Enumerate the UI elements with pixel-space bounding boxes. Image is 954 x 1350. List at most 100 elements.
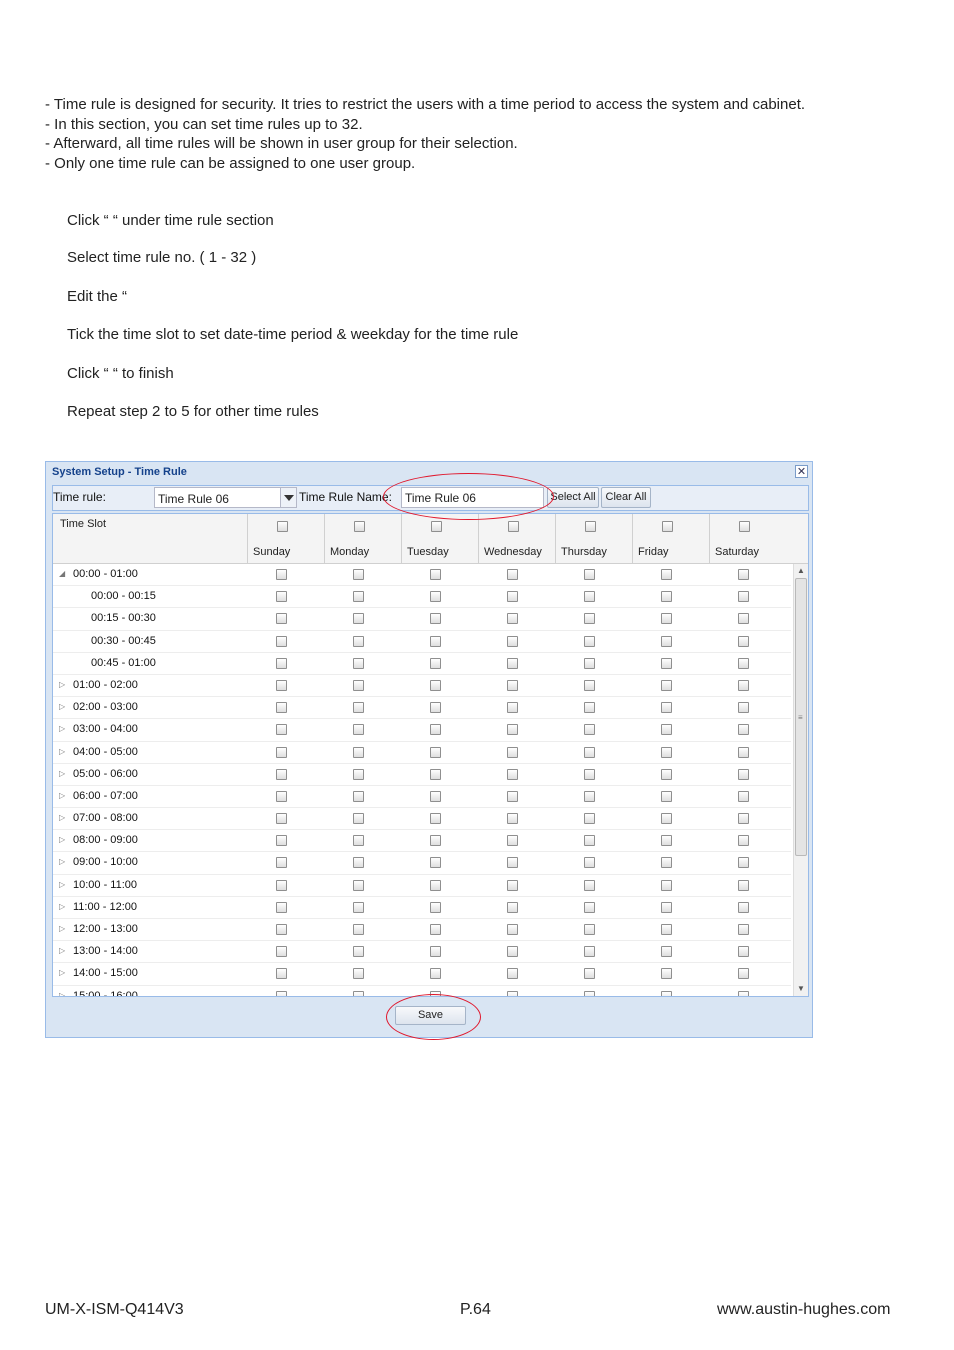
slot-checkbox-wednesday[interactable] <box>507 924 518 935</box>
vertical-scrollbar[interactable]: ▲ ≡ ▼ <box>793 564 808 996</box>
time-rule-select[interactable]: Time Rule 06 <box>154 487 297 508</box>
slot-checkbox-tuesday[interactable] <box>430 835 441 847</box>
slot-checkbox-thursday[interactable] <box>584 879 595 891</box>
slot-checkbox-monday[interactable] <box>353 879 364 891</box>
slot-checkbox-saturday[interactable] <box>738 679 749 691</box>
slot-checkbox-tuesday[interactable] <box>430 635 441 647</box>
slot-checkbox-sunday[interactable] <box>276 879 287 891</box>
slot-checkbox-saturday[interactable] <box>738 569 749 580</box>
slot-checkbox-saturday[interactable] <box>738 635 749 647</box>
slot-checkbox-friday[interactable] <box>661 968 672 980</box>
expand-icon[interactable]: ▷ <box>59 702 65 711</box>
slot-checkbox-saturday[interactable] <box>738 768 749 780</box>
expand-icon[interactable]: ▷ <box>59 991 65 996</box>
select-day-checkbox[interactable] <box>662 521 673 532</box>
slot-checkbox-sunday[interactable] <box>276 835 287 847</box>
expand-icon[interactable]: ▷ <box>59 769 65 778</box>
slot-checkbox-thursday[interactable] <box>584 768 595 780</box>
slot-checkbox-saturday[interactable] <box>738 901 749 913</box>
slot-checkbox-sunday[interactable] <box>276 857 287 869</box>
slot-checkbox-monday[interactable] <box>353 790 364 802</box>
slot-checkbox-saturday[interactable] <box>738 591 749 603</box>
slot-checkbox-saturday[interactable] <box>738 946 749 958</box>
slot-checkbox-saturday[interactable] <box>738 746 749 758</box>
slot-checkbox-friday[interactable] <box>661 679 672 691</box>
slot-checkbox-saturday[interactable] <box>738 702 749 714</box>
slot-checkbox-monday[interactable] <box>353 613 364 625</box>
close-icon[interactable]: ✕ <box>795 465 808 478</box>
slot-checkbox-sunday[interactable] <box>276 746 287 758</box>
slot-checkbox-wednesday[interactable] <box>507 613 518 625</box>
slot-checkbox-tuesday[interactable] <box>430 901 441 913</box>
slot-checkbox-tuesday[interactable] <box>430 613 441 625</box>
slot-checkbox-wednesday[interactable] <box>507 835 518 847</box>
slot-checkbox-saturday[interactable] <box>738 835 749 847</box>
slot-checkbox-friday[interactable] <box>661 835 672 847</box>
slot-checkbox-wednesday[interactable] <box>507 724 518 736</box>
slot-checkbox-tuesday[interactable] <box>430 768 441 780</box>
slot-checkbox-wednesday[interactable] <box>507 901 518 913</box>
collapse-icon[interactable]: ◢ <box>59 569 65 578</box>
slot-checkbox-sunday[interactable] <box>276 813 287 825</box>
scroll-thumb[interactable]: ≡ <box>795 578 807 856</box>
slot-checkbox-thursday[interactable] <box>584 990 595 996</box>
slot-checkbox-sunday[interactable] <box>276 990 287 996</box>
slot-checkbox-sunday[interactable] <box>276 635 287 647</box>
slot-checkbox-wednesday[interactable] <box>507 813 518 825</box>
expand-icon[interactable]: ▷ <box>59 924 65 933</box>
slot-checkbox-friday[interactable] <box>661 857 672 869</box>
slot-checkbox-monday[interactable] <box>353 968 364 980</box>
slot-checkbox-monday[interactable] <box>353 657 364 669</box>
expand-icon[interactable]: ▷ <box>59 946 65 955</box>
slot-checkbox-thursday[interactable] <box>584 790 595 802</box>
slot-checkbox-tuesday[interactable] <box>430 857 441 869</box>
chevron-down-icon[interactable] <box>280 487 297 508</box>
slot-checkbox-wednesday[interactable] <box>507 591 518 603</box>
slot-checkbox-friday[interactable] <box>661 879 672 891</box>
slot-checkbox-friday[interactable] <box>661 591 672 603</box>
slot-checkbox-sunday[interactable] <box>276 768 287 780</box>
slot-checkbox-thursday[interactable] <box>584 591 595 603</box>
select-day-checkbox[interactable] <box>739 521 750 532</box>
slot-checkbox-monday[interactable] <box>353 746 364 758</box>
select-day-checkbox[interactable] <box>354 521 365 532</box>
slot-checkbox-thursday[interactable] <box>584 702 595 714</box>
slot-checkbox-wednesday[interactable] <box>507 679 518 691</box>
slot-checkbox-thursday[interactable] <box>584 746 595 758</box>
slot-checkbox-tuesday[interactable] <box>430 591 441 603</box>
slot-checkbox-wednesday[interactable] <box>507 968 518 980</box>
slot-checkbox-friday[interactable] <box>661 746 672 758</box>
slot-checkbox-thursday[interactable] <box>584 813 595 825</box>
slot-checkbox-friday[interactable] <box>661 569 672 580</box>
slot-checkbox-wednesday[interactable] <box>507 746 518 758</box>
slot-checkbox-saturday[interactable] <box>738 724 749 736</box>
expand-icon[interactable]: ▷ <box>59 902 65 911</box>
slot-checkbox-wednesday[interactable] <box>507 657 518 669</box>
slot-checkbox-tuesday[interactable] <box>430 657 441 669</box>
slot-checkbox-sunday[interactable] <box>276 591 287 603</box>
slot-checkbox-friday[interactable] <box>661 657 672 669</box>
slot-checkbox-monday[interactable] <box>353 946 364 958</box>
slot-checkbox-friday[interactable] <box>661 946 672 958</box>
slot-checkbox-friday[interactable] <box>661 990 672 996</box>
slot-checkbox-monday[interactable] <box>353 635 364 647</box>
slot-checkbox-tuesday[interactable] <box>430 790 441 802</box>
expand-icon[interactable]: ▷ <box>59 680 65 689</box>
slot-checkbox-monday[interactable] <box>353 702 364 714</box>
slot-checkbox-tuesday[interactable] <box>430 946 441 958</box>
expand-icon[interactable]: ▷ <box>59 857 65 866</box>
slot-checkbox-thursday[interactable] <box>584 635 595 647</box>
select-day-checkbox[interactable] <box>431 521 442 532</box>
select-all-button[interactable]: Select All <box>547 487 599 508</box>
slot-checkbox-friday[interactable] <box>661 924 672 935</box>
slot-checkbox-saturday[interactable] <box>738 924 749 935</box>
slot-checkbox-saturday[interactable] <box>738 813 749 825</box>
slot-checkbox-tuesday[interactable] <box>430 702 441 714</box>
scroll-up-icon[interactable]: ▲ <box>795 565 807 577</box>
slot-checkbox-monday[interactable] <box>353 835 364 847</box>
expand-icon[interactable]: ▷ <box>59 813 65 822</box>
slot-checkbox-tuesday[interactable] <box>430 924 441 935</box>
slot-checkbox-sunday[interactable] <box>276 657 287 669</box>
slot-checkbox-sunday[interactable] <box>276 901 287 913</box>
slot-checkbox-friday[interactable] <box>661 901 672 913</box>
